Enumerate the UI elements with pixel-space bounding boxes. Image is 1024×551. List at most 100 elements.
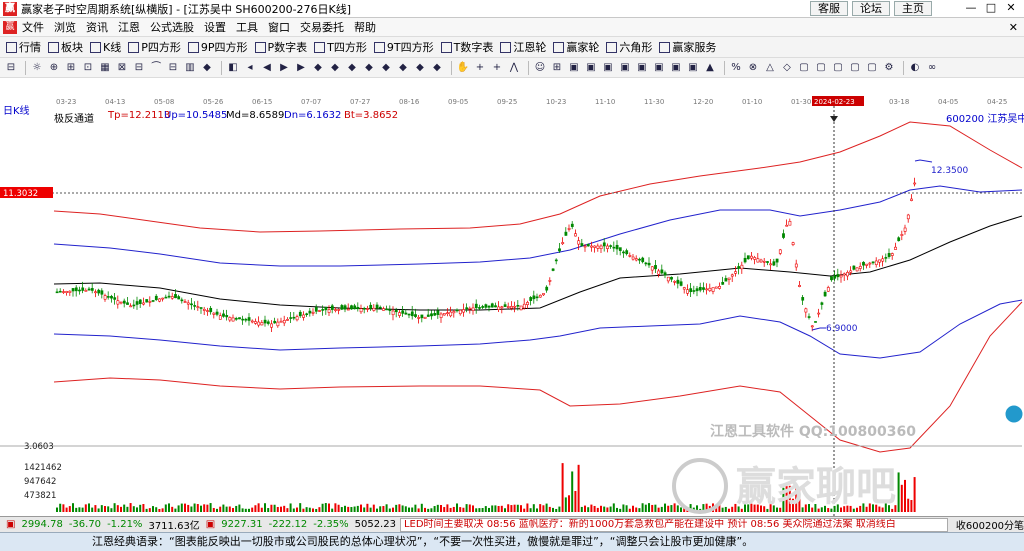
tool-icon[interactable]: ◆ xyxy=(362,61,376,75)
forum-link[interactable]: 论坛 xyxy=(852,1,890,16)
tool-icon[interactable]: ▢ xyxy=(814,61,828,75)
menu-browse[interactable]: 浏览 xyxy=(49,19,81,35)
tool-icon[interactable]: ▣ xyxy=(635,61,649,75)
tool-icon[interactable]: ◆ xyxy=(345,61,359,75)
tool-icon[interactable]: ▢ xyxy=(865,61,879,75)
tool-icon[interactable]: ◆ xyxy=(311,61,325,75)
tool-icon[interactable]: ▶ xyxy=(294,61,308,75)
blocks-icon xyxy=(48,41,59,53)
tool-icon[interactable]: ⚙ xyxy=(882,61,896,75)
candle xyxy=(753,257,757,260)
tool-icon[interactable]: ∞ xyxy=(925,61,939,75)
tool-icon[interactable]: ▣ xyxy=(584,61,598,75)
menu-tools[interactable]: 工具 xyxy=(231,19,263,35)
volume-bar xyxy=(644,504,647,512)
service-link[interactable]: 客服 xyxy=(810,1,848,16)
tool-icon[interactable]: ✋ xyxy=(456,61,470,75)
volume-bar xyxy=(337,504,340,512)
tool-icon[interactable]: ⊡ xyxy=(81,61,95,75)
menu-gann[interactable]: 江恩 xyxy=(113,19,145,35)
toolbar-button-5[interactable]: P数字表 xyxy=(254,39,307,55)
toolbar-button-7[interactable]: 9T四方形 xyxy=(373,39,434,55)
tool-icon[interactable]: ◀ xyxy=(260,61,274,75)
menu-trade[interactable]: 交易委托 xyxy=(295,19,349,35)
tool-icon[interactable]: ◆ xyxy=(328,61,342,75)
close-button[interactable]: ✕ xyxy=(1002,1,1020,16)
candle xyxy=(311,311,315,314)
tool-icon[interactable]: ▢ xyxy=(831,61,845,75)
tool-icon[interactable]: ☺ xyxy=(533,61,547,75)
tool-icon[interactable]: ◆ xyxy=(200,61,214,75)
tool-icon[interactable]: ⋀ xyxy=(507,61,521,75)
candle xyxy=(465,307,469,310)
maximize-button[interactable]: □ xyxy=(982,1,1000,16)
tool-icon[interactable]: ⊠ xyxy=(115,61,129,75)
tool-icon[interactable]: ◧ xyxy=(226,61,240,75)
tool-icon[interactable]: ▣ xyxy=(618,61,632,75)
candle xyxy=(762,260,766,263)
tool-icon[interactable]: ▦ xyxy=(98,61,112,75)
close-doc-icon[interactable]: ✕ xyxy=(1009,21,1018,34)
toolbar-button-12[interactable]: 赢家服务 xyxy=(659,39,716,55)
menu-settings[interactable]: 设置 xyxy=(199,19,231,35)
candle xyxy=(833,275,837,279)
tool-icon[interactable]: ▣ xyxy=(669,61,683,75)
tool-icon[interactable]: + xyxy=(473,61,487,75)
tool-icon[interactable]: ⊗ xyxy=(746,61,760,75)
menu-help[interactable]: 帮助 xyxy=(349,19,381,35)
tool-icon[interactable]: ⊞ xyxy=(550,61,564,75)
toolbar-button-2[interactable]: K线 xyxy=(90,39,121,55)
volume-bar xyxy=(270,504,273,512)
toolbar-button-10[interactable]: 赢家轮 xyxy=(553,39,599,55)
tool-icon[interactable]: ▶ xyxy=(277,61,291,75)
tool-icon[interactable]: ⊕ xyxy=(47,61,61,75)
tool-icon[interactable]: ◆ xyxy=(396,61,410,75)
minimize-button[interactable]: — xyxy=(962,1,980,16)
tool-icon[interactable]: ◐ xyxy=(908,61,922,75)
candle xyxy=(94,291,97,294)
news-ticker[interactable]: LED时间主要取决 08:56 蓝帆医疗：新的1000万套急救包产能在建设中 预… xyxy=(399,517,948,532)
tool-icon[interactable]: ◆ xyxy=(413,61,427,75)
tool-icon[interactable]: ⊞ xyxy=(64,61,78,75)
tool-icon[interactable]: ▥ xyxy=(183,61,197,75)
tool-icon[interactable]: % xyxy=(729,61,743,75)
tool-icon[interactable]: ▲ xyxy=(703,61,717,75)
tool-icon[interactable]: ▣ xyxy=(567,61,581,75)
tick-detail-label[interactable]: 收600200分笔 xyxy=(956,517,1024,532)
tool-icon[interactable]: ▣ xyxy=(686,61,700,75)
toolbar-button-9[interactable]: 江恩轮 xyxy=(500,39,546,55)
kline-chart[interactable]: 03-23 04-13 05-08 05-26 06-15 07-07 07-27 08-16… xyxy=(0,96,1024,516)
tool-icon[interactable]: ⊟ xyxy=(4,61,18,75)
tool-icon[interactable]: ⊟ xyxy=(132,61,146,75)
menu-window[interactable]: 窗口 xyxy=(263,19,295,35)
tool-icon[interactable]: ◆ xyxy=(430,61,444,75)
toolbar-button-6[interactable]: T四方形 xyxy=(314,39,367,55)
candle xyxy=(183,301,187,303)
tool-icon[interactable]: ▢ xyxy=(848,61,862,75)
toolbar-button-label: 行情 xyxy=(19,41,41,54)
toolbar-button-0[interactable]: 行情 xyxy=(6,39,41,55)
tool-icon[interactable]: ▣ xyxy=(652,61,666,75)
volume-bar xyxy=(180,503,183,512)
tool-icon[interactable]: ▢ xyxy=(797,61,811,75)
toolbar-button-4[interactable]: 9P四方形 xyxy=(187,39,248,55)
candle xyxy=(218,315,222,320)
tool-icon[interactable]: ▣ xyxy=(601,61,615,75)
menu-file[interactable]: 文件 xyxy=(17,19,49,35)
tool-icon[interactable]: ⏜ xyxy=(149,61,163,75)
menu-formula[interactable]: 公式选股 xyxy=(145,19,199,35)
toolbar-button-8[interactable]: T数字表 xyxy=(440,39,493,55)
tool-icon[interactable]: ◇ xyxy=(780,61,794,75)
chart-area[interactable]: 03-23 04-13 05-08 05-26 06-15 07-07 07-27 08-16… xyxy=(0,96,1024,516)
tool-icon[interactable]: ☼ xyxy=(30,61,44,75)
home-link[interactable]: 主页 xyxy=(894,1,932,16)
toolbar-button-11[interactable]: 六角形 xyxy=(606,39,652,55)
tool-icon[interactable]: ⊟ xyxy=(166,61,180,75)
menu-news[interactable]: 资讯 xyxy=(81,19,113,35)
tool-icon[interactable]: ◂ xyxy=(243,61,257,75)
tool-icon[interactable]: + xyxy=(490,61,504,75)
toolbar-button-3[interactable]: P四方形 xyxy=(128,39,181,55)
toolbar-button-1[interactable]: 板块 xyxy=(48,39,83,55)
tool-icon[interactable]: ◆ xyxy=(379,61,393,75)
tool-icon[interactable]: △ xyxy=(763,61,777,75)
